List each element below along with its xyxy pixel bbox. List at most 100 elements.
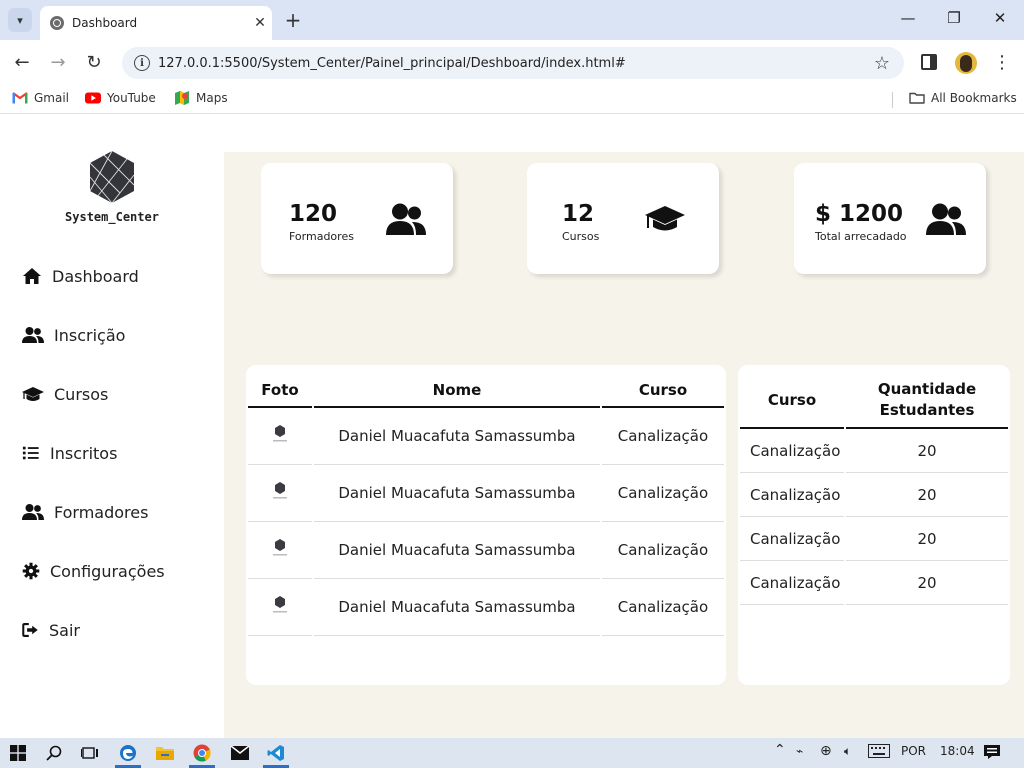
side-panel-icon[interactable] [921,54,937,70]
sidebar-item-inscritos[interactable]: Inscritos [22,439,117,467]
chrome-icon[interactable] [192,743,212,763]
sidebar-item-dashboard[interactable]: Dashboard [22,262,139,290]
student-count: 20 [846,561,1008,605]
bookmark-label: Maps [196,91,228,105]
stat-value: 120 [289,201,338,227]
stat-value: 12 [562,201,595,227]
student-course: Canalização [602,579,724,636]
tray-chevron-icon[interactable]: ⌃ [774,742,786,758]
network-globe-icon[interactable]: ⊕ [820,743,832,759]
profile-avatar[interactable] [955,52,977,74]
all-bookmarks-button[interactable]: All Bookmarks [909,91,1017,105]
sidebar-item-label: Configurações [50,561,165,581]
tab-search-button[interactable]: ▾ [8,8,32,32]
table-row: Canalização 20 [740,429,1008,473]
bookmark-youtube[interactable]: YouTube [85,91,156,105]
bookmark-star-icon[interactable]: ☆ [874,53,890,74]
student-name: Daniel Muacafuta Samassumba [314,465,600,522]
folder-icon [909,92,925,104]
stat-label: Formadores [289,230,354,243]
student-name: Daniel Muacafuta Samassumba [314,522,600,579]
student-name: Daniel Muacafuta Samassumba [314,579,600,636]
course-name: Canalização [740,429,844,473]
file-explorer-icon[interactable] [155,743,175,763]
restore-button[interactable]: ❐ [944,9,964,27]
clock[interactable]: 18:04 [940,744,975,758]
forward-button[interactable]: → [46,52,70,74]
keyboard-icon[interactable] [868,744,890,761]
url-text[interactable]: 127.0.0.1:5500/System_Center/Painel_prin… [158,56,874,71]
language-indicator[interactable]: POR [901,744,926,758]
bookmark-maps[interactable]: Maps [174,91,228,105]
table-row: Canalização 20 [740,473,1008,517]
bookmark-label: YouTube [107,91,156,105]
browser-menu-icon[interactable]: ⋮ [992,52,1012,73]
sidebar-item-cursos[interactable]: Cursos [22,380,108,408]
all-bookmarks-label: All Bookmarks [931,91,1017,105]
student-count: 20 [846,517,1008,561]
youtube-icon [85,92,101,104]
table-row: Canalização 20 [740,517,1008,561]
student-photo [248,579,312,636]
address-bar[interactable]: i 127.0.0.1:5500/System_Center/Painel_pr… [122,47,904,79]
stat-card-cursos: 12 Cursos [527,163,719,274]
column-header-curso: Curso [602,373,724,408]
globe-icon [50,16,64,30]
sign-out-icon [22,623,38,637]
sidebar-item-sair[interactable]: Sair [22,616,80,644]
student-photo-icon [273,596,287,613]
site-info-icon[interactable]: i [134,55,150,71]
mail-icon[interactable] [230,743,250,763]
address-toolbar: ← → ↻ i 127.0.0.1:5500/System_Center/Pai… [0,40,1024,86]
close-window-button[interactable]: ✕ [990,9,1010,27]
graduation-cap-icon [645,206,685,231]
gmail-icon [12,92,28,104]
edge-icon[interactable] [118,743,138,763]
course-name: Canalização [740,473,844,517]
active-tab[interactable]: Dashboard ✕ [40,6,272,40]
student-count: 20 [846,473,1008,517]
windows-start-icon[interactable] [8,743,28,763]
windows-taskbar: ⌃ ⌁ ⊕ 🔈︎ POR 18:04 [0,738,1024,768]
sidebar-item-formadores[interactable]: Formadores [22,498,148,526]
students-table: Foto Nome Curso Daniel Muacafuta Samassu… [246,373,726,636]
course-name: Canalização [740,517,844,561]
student-photo-icon [273,539,287,556]
sidebar-item-label: Dashboard [52,266,139,286]
table-row: Daniel Muacafuta Samassumba Canalização [248,408,724,465]
close-tab-icon[interactable]: ✕ [248,15,272,31]
stat-card-formadores: 120 Formadores [261,163,453,274]
notifications-icon[interactable] [983,744,1001,763]
courses-table: Curso Quantidade Estudantes Canalização … [738,373,1010,605]
vscode-icon[interactable] [266,743,286,763]
sidebar-item-inscricao[interactable]: Inscrição [22,321,125,349]
sidebar-item-label: Sair [49,620,80,640]
sidebar-item-label: Cursos [54,384,109,404]
task-view-icon[interactable] [80,743,100,763]
new-tab-button[interactable]: + [282,9,304,31]
volume-icon[interactable]: 🔈︎ [844,744,851,759]
users-icon [386,203,426,235]
main-content: 120 Formadores 12 Cursos $ 1200 Total ar… [224,152,1024,738]
power-icon[interactable]: ⌁ [796,744,803,758]
home-icon [23,268,41,284]
table-row: Daniel Muacafuta Samassumba Canalização [248,579,724,636]
graduation-cap-icon [22,387,44,401]
sidebar-item-configuracoes[interactable]: Configurações [22,557,165,585]
users-icon [926,203,966,235]
search-icon[interactable] [44,743,64,763]
table-header-row: Curso Quantidade Estudantes [740,373,1008,429]
column-header-curso: Curso [740,373,844,429]
student-photo [248,465,312,522]
bookmarks-divider [892,92,893,108]
reload-button[interactable]: ↻ [82,52,106,74]
student-photo-icon [273,425,287,442]
column-header-foto: Foto [248,373,312,408]
list-icon [22,446,39,460]
tab-title: Dashboard [72,16,138,30]
system-center-logo [89,150,135,204]
student-name: Daniel Muacafuta Samassumba [314,408,600,465]
minimize-button[interactable]: — [898,9,918,27]
bookmark-gmail[interactable]: Gmail [12,91,69,105]
back-button[interactable]: ← [10,52,34,74]
